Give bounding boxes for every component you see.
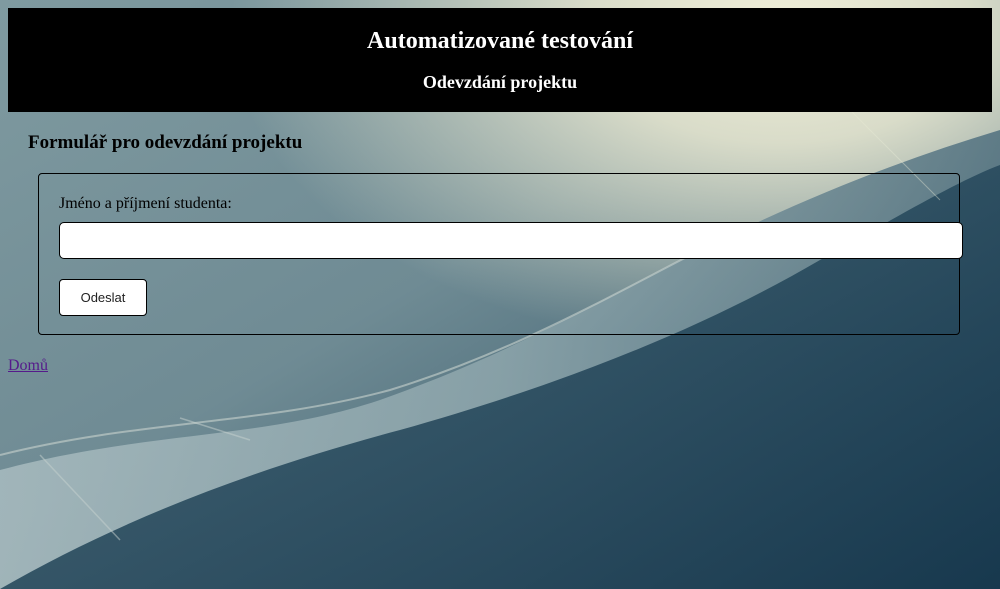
site-title: Automatizované testování [367, 28, 633, 54]
page-header: Automatizované testování Odevzdání proje… [8, 8, 992, 112]
page-subtitle: Odevzdání projektu [422, 72, 578, 92]
home-link[interactable]: Domů [8, 356, 48, 376]
submit-button[interactable]: Odeslat [59, 279, 147, 316]
student-name-label: Jméno a příjmení studenta: [59, 195, 232, 212]
submission-form: Jméno a příjmení studenta: Odeslat [38, 173, 963, 335]
form-title: Formulář pro odevzdání projektu [28, 132, 303, 153]
student-name-input[interactable] [59, 222, 963, 259]
